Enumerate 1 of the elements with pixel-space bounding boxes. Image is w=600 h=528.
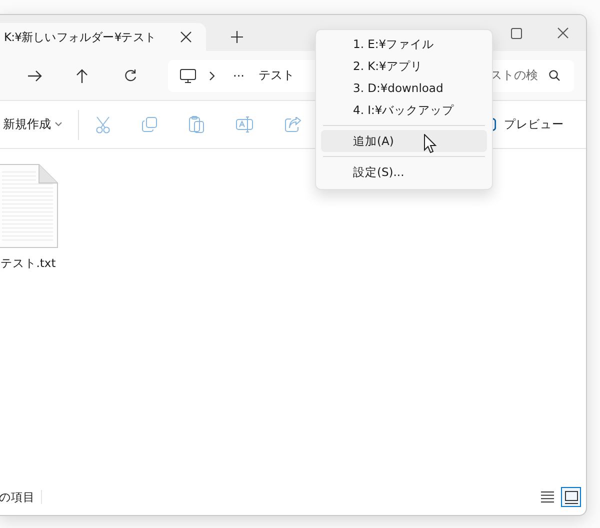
tab-title: K:¥新しいフォルダー¥テスト [4, 30, 156, 44]
